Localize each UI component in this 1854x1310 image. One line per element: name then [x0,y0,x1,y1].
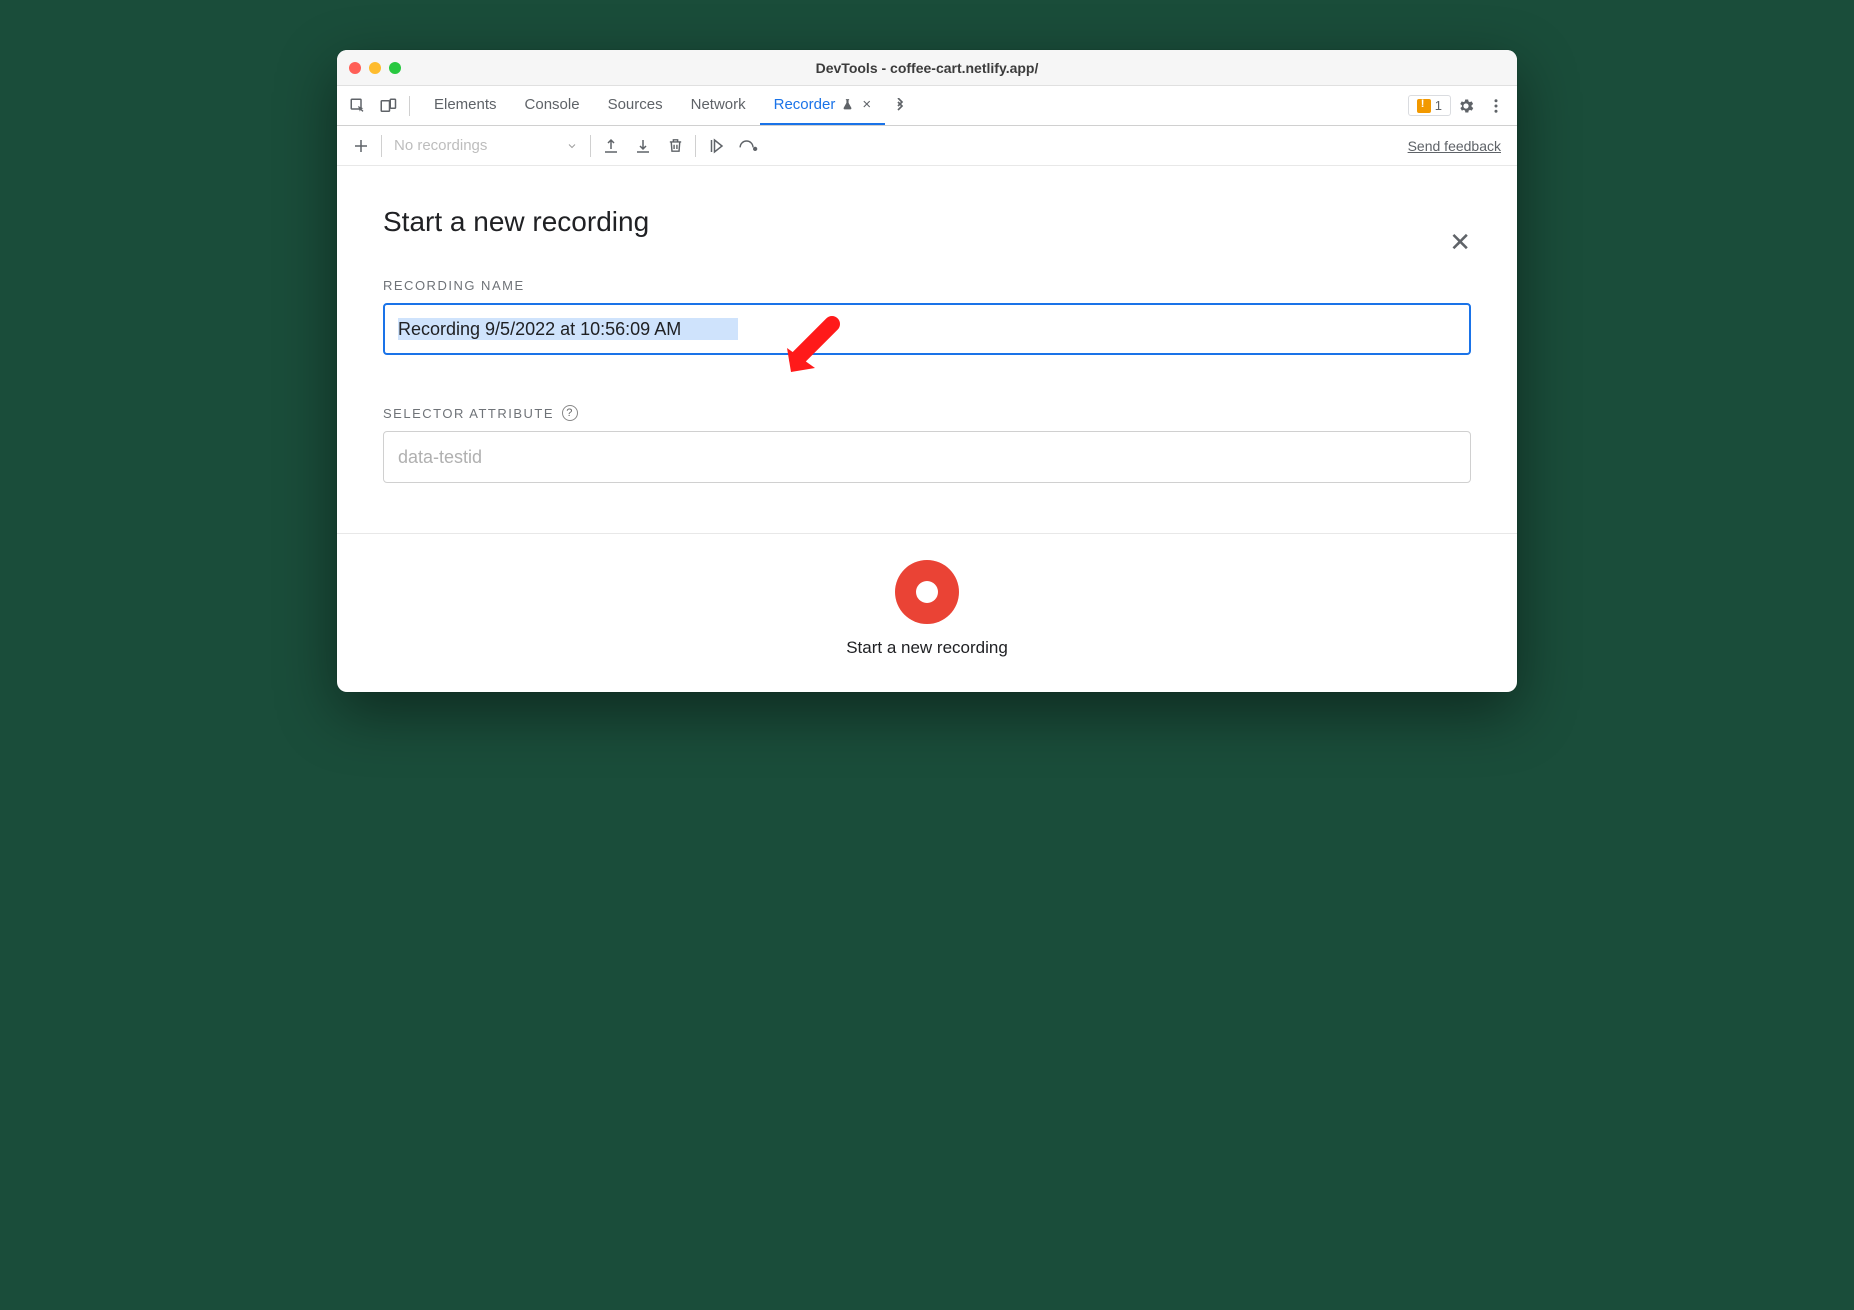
close-window-button[interactable] [349,62,361,74]
chevron-down-icon [566,140,578,152]
recorder-panel: Start a new recording ✕ RECORDING NAME S… [337,166,1517,483]
start-recording-button[interactable] [895,560,959,624]
continue-icon[interactable] [700,130,732,162]
help-icon[interactable]: ? [562,405,578,421]
flask-icon [841,98,854,111]
tab-console[interactable]: Console [511,86,594,125]
more-options-icon[interactable] [1481,91,1511,121]
tab-label: Console [525,96,580,113]
device-toolbar-icon[interactable] [373,91,403,121]
recordings-dropdown[interactable]: No recordings [386,137,586,154]
recorder-toolbar: No recordings Send feedback [337,126,1517,166]
minimize-window-button[interactable] [369,62,381,74]
selector-attribute-field: SELECTOR ATTRIBUTE ? [383,405,1471,483]
settings-icon[interactable] [1451,91,1481,121]
close-tab-icon[interactable]: × [862,96,871,113]
recording-name-input[interactable] [383,303,1471,355]
send-feedback-link[interactable]: Send feedback [1408,138,1501,154]
tab-sources[interactable]: Sources [594,86,677,125]
divider [381,135,382,157]
close-panel-icon[interactable]: ✕ [1449,229,1471,255]
divider [695,135,696,157]
inspect-element-icon[interactable] [343,91,373,121]
export-icon[interactable] [595,130,627,162]
divider [590,135,591,157]
delete-icon[interactable] [659,130,691,162]
tab-label: Network [691,96,746,113]
recording-name-field: RECORDING NAME [383,278,1471,355]
devtools-window: DevTools - coffee-cart.netlify.app/ Elem… [337,50,1517,692]
selector-attribute-input[interactable] [383,431,1471,483]
add-recording-icon[interactable] [345,130,377,162]
selector-attribute-label: SELECTOR ATTRIBUTE [383,406,554,421]
window-titlebar: DevTools - coffee-cart.netlify.app/ [337,50,1517,86]
panel-footer: Start a new recording [337,533,1517,692]
issues-badge[interactable]: 1 [1408,95,1451,116]
warning-icon [1417,99,1431,113]
start-recording-label: Start a new recording [846,638,1008,658]
tab-network[interactable]: Network [677,86,760,125]
zoom-window-button[interactable] [389,62,401,74]
divider [409,96,410,116]
dropdown-placeholder: No recordings [394,137,487,154]
step-icon[interactable] [732,130,764,162]
recording-name-label: RECORDING NAME [383,278,1471,293]
window-title: DevTools - coffee-cart.netlify.app/ [337,60,1517,76]
tab-elements[interactable]: Elements [420,86,511,125]
devtools-tabstrip: Elements Console Sources Network Recorde… [337,86,1517,126]
import-icon[interactable] [627,130,659,162]
tab-label: Elements [434,96,497,113]
tab-recorder[interactable]: Recorder × [760,86,885,125]
tab-label: Recorder [774,96,836,113]
issues-count: 1 [1435,98,1442,113]
more-tabs-icon[interactable] [885,91,915,121]
page-title: Start a new recording [383,206,649,238]
traffic-lights [349,62,401,74]
tab-label: Sources [608,96,663,113]
